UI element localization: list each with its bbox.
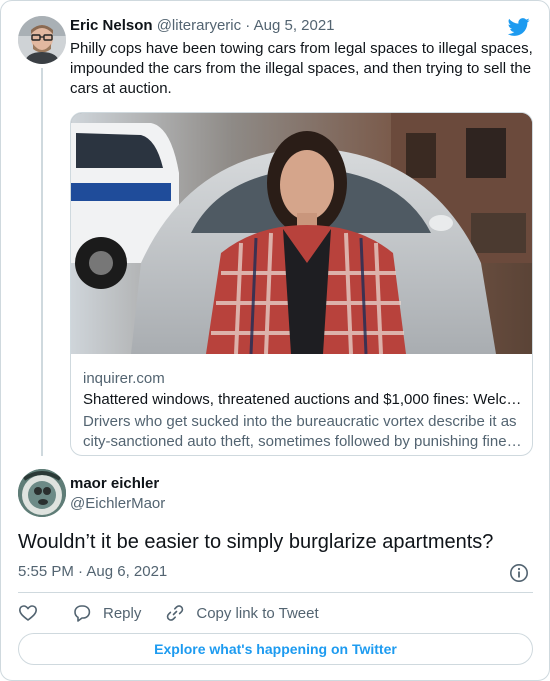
maor-eichler-avatar[interactable] <box>18 469 66 517</box>
reply-timestamp[interactable]: 5:55 PM · Aug 6, 2021 <box>18 563 167 580</box>
article-photo <box>71 113 532 354</box>
link-description: Drivers who get sucked into the bureaucr… <box>83 413 517 450</box>
reply-author-name[interactable]: maor eichler <box>70 475 159 492</box>
tweet-date[interactable]: Aug 5, 2021 <box>254 17 335 34</box>
link-preview-card[interactable]: inquirer.com Shattered windows, threaten… <box>70 112 533 456</box>
eric-nelson-avatar[interactable] <box>18 16 66 64</box>
reply-button-label: Reply <box>103 604 142 622</box>
heart-icon <box>19 605 37 621</box>
original-tweet-header: Eric Nelson @literaryeric · Aug 5, 2021 <box>70 17 335 34</box>
explore-twitter-button[interactable]: Explore what's happening on Twitter <box>18 633 533 665</box>
link-icon <box>167 605 184 621</box>
author-name[interactable]: Eric Nelson <box>70 17 153 34</box>
reply-button[interactable]: Reply <box>72 603 141 623</box>
copy-link-label: Copy link to Tweet <box>196 604 319 622</box>
reply-author-handle[interactable]: @EichlerMaor <box>70 495 165 512</box>
twitter-bird-icon[interactable] <box>507 16 531 38</box>
like-button[interactable] <box>18 603 38 623</box>
actions-divider <box>18 592 533 593</box>
speech-bubble-icon <box>74 605 91 622</box>
link-preview-meta: inquirer.com Shattered windows, threaten… <box>83 369 523 452</box>
tweet-actions-bar: Reply Copy link to Tweet <box>18 601 319 625</box>
header-separator: · <box>245 17 251 34</box>
author-handle[interactable]: @literaryeric <box>157 17 241 34</box>
thread-connector-line <box>41 68 43 456</box>
link-domain: inquirer.com <box>83 370 165 387</box>
tweet-embed-card: Eric Nelson @literaryeric · Aug 5, 2021 … <box>0 0 550 681</box>
info-icon[interactable] <box>509 563 529 583</box>
link-title[interactable]: Shattered windows, threatened auctions a… <box>83 390 523 410</box>
original-tweet-text: Philly cops have been towing cars from l… <box>70 40 533 97</box>
reply-tweet-text: Wouldn’t it be easier to simply burglari… <box>18 531 494 553</box>
copy-link-button[interactable]: Copy link to Tweet <box>165 603 319 623</box>
